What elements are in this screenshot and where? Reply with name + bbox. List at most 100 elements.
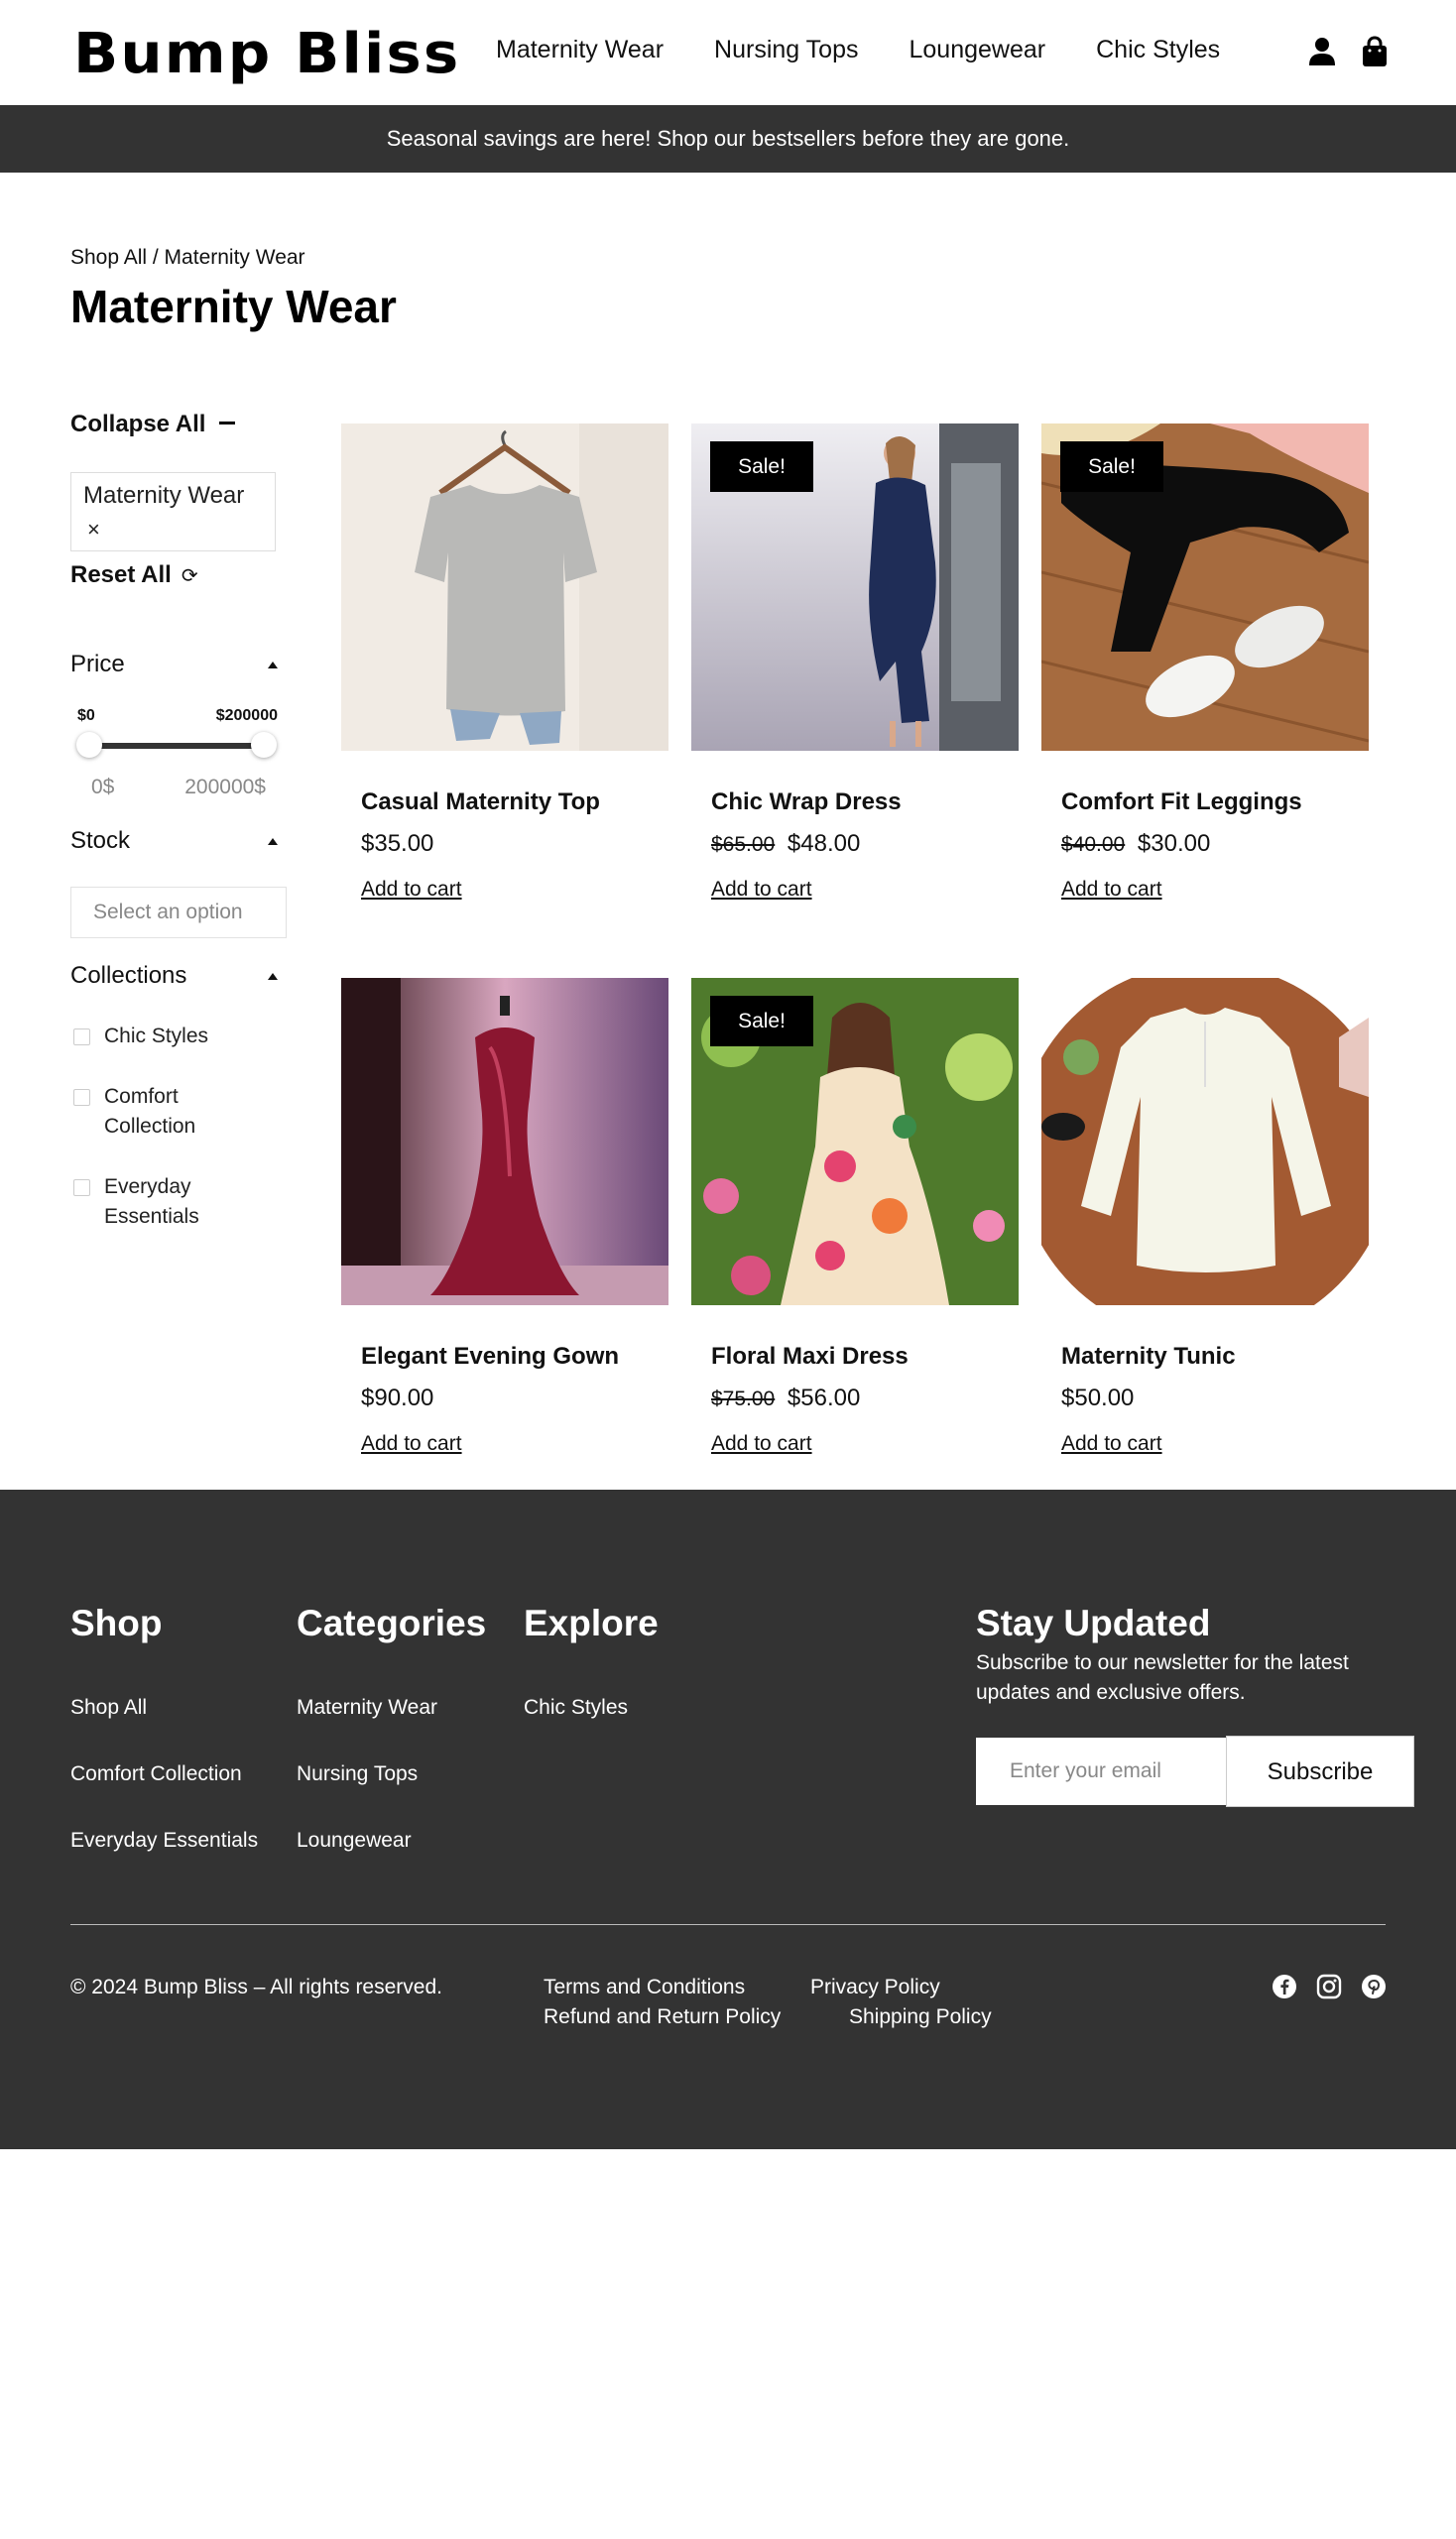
footer-link[interactable]: Loungewear bbox=[297, 1829, 412, 1853]
remove-filter-icon[interactable]: × bbox=[87, 517, 100, 542]
product-image-wrap-dress[interactable]: Sale! bbox=[691, 423, 1019, 751]
product-old-price: $40.00 bbox=[1061, 833, 1126, 856]
stock-filter-title[interactable]: Stock bbox=[70, 827, 130, 855]
price-min-label: $0 bbox=[77, 707, 95, 724]
product-image-evening-gown[interactable] bbox=[341, 978, 668, 1305]
product-current-price: $35.00 bbox=[361, 830, 434, 857]
announcement-bar: Seasonal savings are here! Shop our best… bbox=[0, 105, 1456, 173]
product-name[interactable]: Floral Maxi Dress bbox=[711, 1343, 909, 1371]
footer-explore-heading: Explore bbox=[524, 1603, 659, 1643]
product-image-tunic[interactable] bbox=[1041, 978, 1369, 1305]
product-price: $75.00 $56.00 bbox=[711, 1385, 860, 1412]
site-logo[interactable]: Bump Bliss bbox=[73, 22, 460, 86]
reset-all-button[interactable]: Reset All ⟳ bbox=[70, 561, 198, 589]
pinterest-icon[interactable] bbox=[1361, 1974, 1387, 1999]
main-nav: Maternity Wear Nursing Tops Loungewear C… bbox=[496, 36, 1220, 64]
price-min-handle[interactable] bbox=[76, 732, 102, 758]
nav-chic-styles[interactable]: Chic Styles bbox=[1096, 36, 1220, 64]
footer-link[interactable]: Shop All bbox=[70, 1696, 147, 1720]
instagram-icon[interactable] bbox=[1316, 1974, 1342, 1999]
price-range-track[interactable] bbox=[89, 743, 264, 749]
chevron-up-icon[interactable] bbox=[268, 662, 278, 668]
product-current-price: $90.00 bbox=[361, 1385, 434, 1411]
collection-label: Comfort Collection bbox=[104, 1085, 196, 1138]
add-to-cart-link[interactable]: Add to cart bbox=[1061, 1432, 1162, 1456]
collections-filter-title[interactable]: Collections bbox=[70, 962, 186, 990]
product-name[interactable]: Comfort Fit Leggings bbox=[1061, 788, 1302, 816]
product-name[interactable]: Maternity Tunic bbox=[1061, 1343, 1236, 1371]
checkbox[interactable] bbox=[73, 1089, 90, 1106]
minus-icon bbox=[219, 421, 236, 424]
nav-nursing-tops[interactable]: Nursing Tops bbox=[714, 36, 858, 64]
facebook-icon[interactable] bbox=[1272, 1974, 1297, 1999]
add-to-cart-link[interactable]: Add to cart bbox=[711, 878, 812, 902]
legal-link-terms[interactable]: Terms and Conditions bbox=[544, 1976, 745, 1999]
site-header: Bump Bliss Maternity Wear Nursing Tops L… bbox=[0, 0, 1456, 105]
stock-select[interactable]: Select an option bbox=[70, 887, 287, 938]
product-price: $65.00 $48.00 bbox=[711, 830, 860, 858]
product-image-leggings[interactable]: Sale! bbox=[1041, 423, 1369, 751]
price-range-labels: $0 $200000 bbox=[77, 707, 278, 725]
footer-link[interactable]: Everyday Essentials bbox=[70, 1829, 258, 1853]
collapse-all-label: Collapse All bbox=[70, 411, 206, 437]
checkbox[interactable] bbox=[73, 1179, 90, 1196]
add-to-cart-link[interactable]: Add to cart bbox=[361, 1432, 462, 1456]
copyright: © 2024 Bump Bliss – All rights reserved. bbox=[70, 1976, 442, 1998]
subscribe-button[interactable]: Subscribe bbox=[1226, 1736, 1414, 1807]
footer-link[interactable]: Chic Styles bbox=[524, 1696, 628, 1720]
product-current-price: $30.00 bbox=[1137, 830, 1211, 857]
product-current-price: $48.00 bbox=[787, 830, 861, 857]
collection-checkbox-everyday[interactable]: Everyday Essentials bbox=[73, 1172, 232, 1232]
product-old-price: $75.00 bbox=[711, 1388, 776, 1410]
user-icon[interactable] bbox=[1307, 36, 1337, 67]
footer-link[interactable]: Nursing Tops bbox=[297, 1762, 418, 1786]
newsletter-email-input[interactable]: Enter your email bbox=[976, 1738, 1228, 1805]
legal-link-refund[interactable]: Refund and Return Policy bbox=[544, 2005, 781, 2029]
footer-shop-heading: Shop bbox=[70, 1603, 163, 1643]
collection-label: Chic Styles bbox=[104, 1025, 209, 1047]
price-max-handle[interactable] bbox=[251, 732, 277, 758]
sale-badge: Sale! bbox=[710, 441, 813, 492]
product-current-price: $56.00 bbox=[787, 1385, 861, 1411]
product-name[interactable]: Casual Maternity Top bbox=[361, 788, 600, 816]
footer-link[interactable]: Comfort Collection bbox=[70, 1762, 242, 1786]
collection-checkbox-chic-styles[interactable]: Chic Styles bbox=[73, 1022, 208, 1051]
product-price: $50.00 bbox=[1061, 1385, 1134, 1412]
add-to-cart-link[interactable]: Add to cart bbox=[361, 878, 462, 902]
chevron-up-icon[interactable] bbox=[268, 973, 278, 980]
legal-link-shipping[interactable]: Shipping Policy bbox=[849, 2005, 992, 2029]
newsletter-text: Subscribe to our newsletter for the late… bbox=[976, 1651, 1349, 1704]
add-to-cart-link[interactable]: Add to cart bbox=[1061, 878, 1162, 902]
product-image-floral-maxi[interactable]: Sale! bbox=[691, 978, 1019, 1305]
chevron-up-icon[interactable] bbox=[268, 838, 278, 845]
collection-label: Everyday Essentials bbox=[104, 1175, 199, 1228]
collapse-all-button[interactable]: Collapse All bbox=[70, 411, 236, 438]
nav-loungewear[interactable]: Loungewear bbox=[909, 36, 1045, 64]
product-old-price: $65.00 bbox=[711, 833, 776, 856]
product-image-casual-top[interactable] bbox=[341, 423, 668, 751]
newsletter-heading: Stay Updated bbox=[976, 1603, 1211, 1643]
product-name[interactable]: Elegant Evening Gown bbox=[361, 1343, 619, 1371]
nav-maternity-wear[interactable]: Maternity Wear bbox=[496, 36, 664, 64]
active-filter-chip: Maternity Wear × bbox=[70, 472, 276, 551]
price-max-label: $200000 bbox=[215, 707, 278, 724]
active-filter-label: Maternity Wear bbox=[83, 482, 245, 509]
checkbox[interactable] bbox=[73, 1028, 90, 1045]
product-price: $90.00 bbox=[361, 1385, 433, 1412]
footer-divider bbox=[70, 1924, 1386, 1925]
page-title: Maternity Wear bbox=[70, 281, 397, 332]
shopping-bag-icon[interactable] bbox=[1360, 36, 1390, 67]
site-footer: Shop Shop All Comfort Collection Everyda… bbox=[0, 1490, 1456, 2149]
product-current-price: $50.00 bbox=[1061, 1385, 1135, 1411]
collection-checkbox-comfort[interactable]: Comfort Collection bbox=[73, 1082, 232, 1142]
price-filter-title[interactable]: Price bbox=[70, 651, 125, 678]
footer-categories-heading: Categories bbox=[297, 1603, 487, 1643]
add-to-cart-link[interactable]: Add to cart bbox=[711, 1432, 812, 1456]
price-max-value: 200000$ bbox=[184, 776, 266, 798]
price-range-values: 0$ 200000$ bbox=[91, 776, 266, 799]
refresh-icon: ⟳ bbox=[181, 564, 198, 587]
product-name[interactable]: Chic Wrap Dress bbox=[711, 788, 902, 816]
footer-link[interactable]: Maternity Wear bbox=[297, 1696, 437, 1720]
breadcrumb[interactable]: Shop All / Maternity Wear bbox=[70, 246, 305, 270]
legal-link-privacy[interactable]: Privacy Policy bbox=[810, 1976, 940, 1999]
